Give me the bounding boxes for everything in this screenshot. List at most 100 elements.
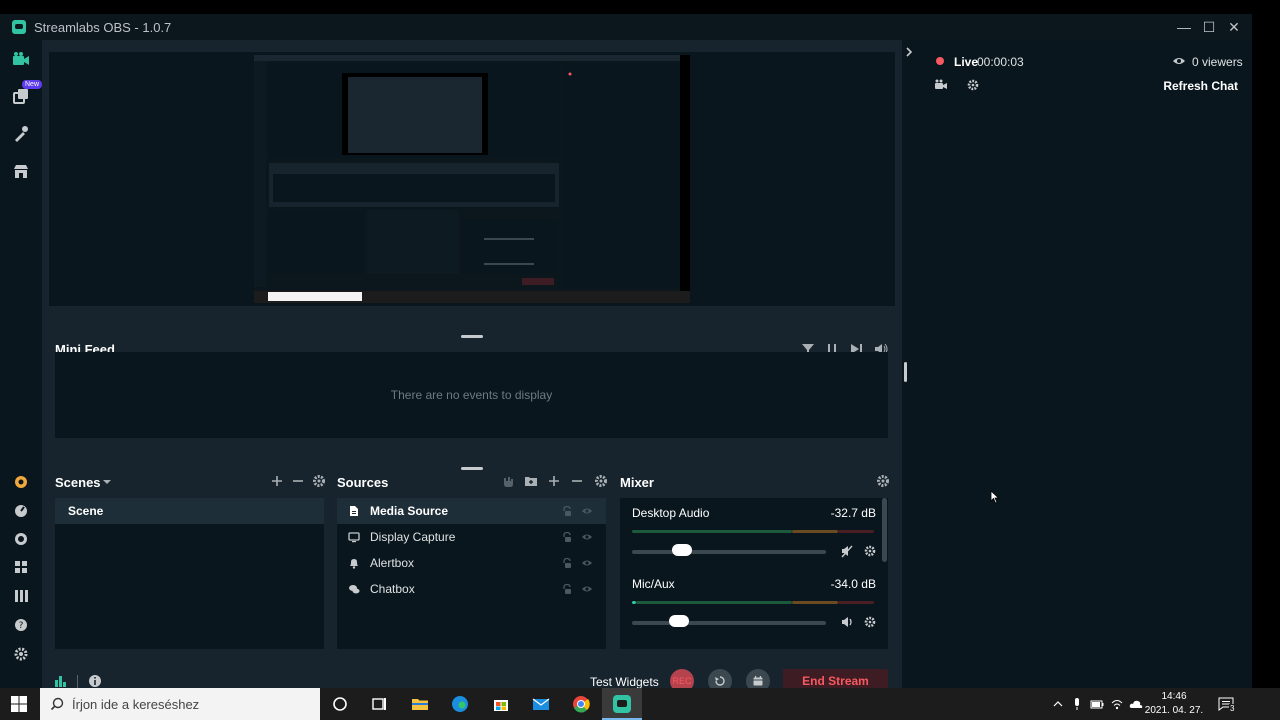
file-explorer-icon[interactable]	[410, 694, 430, 714]
chat-settings-icon[interactable]	[966, 78, 980, 92]
chat-bubbles-icon	[349, 585, 360, 594]
channel-settings-icon[interactable]	[863, 615, 877, 629]
chevron-down-icon[interactable]	[99, 474, 115, 490]
scenes-title: Scenes	[55, 475, 101, 490]
volume-slider-knob[interactable]	[672, 544, 693, 556]
level-meter-red	[838, 530, 874, 533]
remove-source-icon[interactable]	[569, 473, 585, 489]
onedrive-icon[interactable]	[1129, 697, 1143, 711]
maximize-button[interactable]: ☐	[1197, 17, 1221, 37]
search-placeholder: Írjon ide a kereséshez	[72, 697, 200, 712]
add-scene-icon[interactable]	[269, 473, 285, 489]
info-icon[interactable]	[88, 674, 102, 688]
close-button[interactable]: ✕	[1222, 17, 1246, 37]
source-label: Media Source	[370, 504, 449, 518]
remove-scene-icon[interactable]	[290, 473, 306, 489]
lock-icon[interactable]	[561, 531, 573, 543]
level-meter-orange	[792, 601, 838, 604]
speaker-icon[interactable]	[840, 615, 854, 629]
resize-handle[interactable]	[461, 335, 483, 338]
title-bar: Streamlabs OBS - 1.0.7 — ☐ ✕	[0, 14, 1252, 40]
file-icon	[350, 506, 358, 516]
source-selector-icon[interactable]	[500, 473, 516, 489]
edge-browser-icon[interactable]	[450, 694, 470, 714]
chevron-up-icon[interactable]	[1052, 698, 1064, 710]
volume-slider-knob[interactable]	[668, 615, 689, 627]
level-meter-green	[632, 530, 792, 533]
calendar-icon	[753, 676, 763, 686]
stream-preview[interactable]	[49, 52, 895, 306]
minimize-button[interactable]: —	[1172, 17, 1196, 37]
windows-start-icon[interactable]	[11, 696, 27, 712]
resize-handle[interactable]	[461, 467, 483, 470]
dashboard-icon[interactable]	[11, 501, 31, 521]
mixer-title: Mixer	[620, 475, 654, 490]
source-item-media-source[interactable]: Media Source	[337, 498, 606, 524]
clock-date: 2021. 04. 27.	[1144, 705, 1204, 716]
studio-mode-icon[interactable]	[934, 78, 948, 92]
lock-icon[interactable]	[561, 557, 573, 569]
layout-icon[interactable]	[11, 557, 31, 577]
mixer-scrollbar[interactable]	[882, 498, 887, 562]
source-item-chatbox[interactable]: Chatbox	[337, 576, 606, 602]
sources-title: Sources	[337, 475, 389, 490]
streamlabs-logo-icon	[12, 20, 26, 34]
source-item-display-capture[interactable]: Display Capture	[337, 524, 606, 550]
wifi-icon[interactable]	[1110, 697, 1124, 711]
source-settings-icon[interactable]	[593, 473, 609, 489]
studio-mode-icon[interactable]	[11, 50, 31, 70]
mixer-settings-icon[interactable]	[875, 473, 891, 489]
notifications-count: 3	[1229, 704, 1236, 713]
channel-level: -32.7 dB	[830, 506, 876, 520]
splitter-handle[interactable]	[904, 362, 907, 382]
scenes-list: Scene	[55, 498, 324, 649]
cortana-icon[interactable]	[330, 694, 350, 714]
eye-icon[interactable]	[581, 583, 593, 595]
sources-list: Media Source Display Capture Alertbox Ch…	[337, 498, 606, 649]
eye-icon[interactable]	[581, 557, 593, 569]
source-item-alertbox[interactable]: Alertbox	[337, 550, 606, 576]
muted-speaker-icon[interactable]	[840, 544, 854, 558]
prime-icon[interactable]	[11, 472, 31, 492]
add-source-icon[interactable]	[546, 473, 562, 489]
help-icon[interactable]: ?	[11, 615, 31, 635]
mixer-panel: Desktop Audio -32.7 dB Mic/Aux -34.0 dB	[620, 498, 888, 649]
add-folder-icon[interactable]	[523, 473, 539, 489]
app-store-icon[interactable]	[11, 162, 31, 182]
replay-icon	[715, 676, 725, 686]
performance-stats-icon[interactable]	[54, 674, 68, 688]
lock-icon[interactable]	[561, 505, 573, 517]
themes-icon[interactable]	[11, 124, 31, 144]
lock-icon[interactable]	[561, 583, 573, 595]
level-meter-green	[636, 601, 792, 604]
settings-icon[interactable]	[11, 644, 31, 664]
layers-icon[interactable]	[11, 86, 31, 106]
volume-slider-track[interactable]	[632, 550, 826, 554]
scene-item[interactable]: Scene	[55, 498, 324, 524]
level-meter-red	[838, 601, 874, 604]
task-view-icon[interactable]	[369, 694, 389, 714]
eye-icon[interactable]	[581, 505, 593, 517]
channel-name: Desktop Audio	[632, 506, 710, 520]
chevron-right-icon[interactable]	[904, 46, 914, 58]
battery-icon[interactable]	[1090, 698, 1104, 710]
volume-slider-track[interactable]	[632, 621, 826, 625]
test-widgets-label[interactable]: Test Widgets	[590, 675, 659, 689]
library-icon[interactable]	[11, 586, 31, 606]
chrome-icon[interactable]	[571, 694, 591, 714]
taskbar-active-app[interactable]	[602, 688, 642, 720]
eye-icon[interactable]	[581, 531, 593, 543]
monitor-icon	[348, 532, 360, 543]
scene-settings-icon[interactable]	[311, 473, 327, 489]
refresh-chat-button[interactable]: Refresh Chat	[1142, 79, 1238, 93]
mail-icon[interactable]	[531, 694, 551, 714]
store-icon[interactable]	[491, 694, 511, 714]
channel-settings-icon[interactable]	[863, 544, 877, 558]
taskbar-search[interactable]: Írjon ide a kereséshez	[40, 688, 320, 720]
taskbar-clock[interactable]: 14:46 2021. 04. 27.	[1144, 690, 1204, 718]
streamlabs-window: Streamlabs OBS - 1.0.7 — ☐ ✕ New ? Mini …	[0, 14, 1252, 693]
chat-splitter[interactable]	[902, 40, 916, 688]
microphone-icon[interactable]	[1071, 697, 1083, 711]
chat-icon[interactable]	[11, 529, 31, 549]
channel-name: Mic/Aux	[632, 577, 675, 591]
